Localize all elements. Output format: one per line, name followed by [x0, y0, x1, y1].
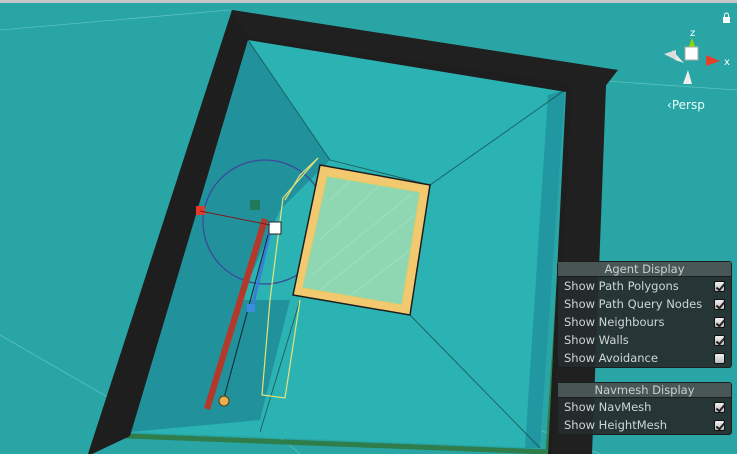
- agent-marker-white: [268, 221, 282, 235]
- agent-option-walls[interactable]: Show Walls: [558, 331, 731, 349]
- path-polygons-checkbox[interactable]: [714, 280, 725, 292]
- option-label: Show Neighbours: [564, 315, 665, 329]
- option-label: Show Avoidance: [564, 351, 658, 365]
- agent-display-panel: Agent Display Show Path Polygons Show Pa…: [557, 261, 732, 368]
- navmesh-display-title: Navmesh Display: [558, 383, 731, 398]
- option-label: Show Walls: [564, 333, 629, 347]
- option-label: Show HeightMesh: [564, 418, 667, 432]
- walls-checkbox[interactable]: [714, 334, 725, 346]
- agent-marker-red: [196, 206, 205, 215]
- heightmesh-checkbox[interactable]: [714, 419, 725, 431]
- gizmo-center-cube: [684, 46, 699, 61]
- agent-option-neighbours[interactable]: Show Neighbours: [558, 313, 731, 331]
- option-label: Show Path Query Nodes: [564, 297, 703, 311]
- agent-option-avoidance[interactable]: Show Avoidance: [558, 349, 731, 367]
- gizmo-x-label: x: [724, 57, 730, 68]
- projection-label: Persp: [671, 98, 705, 112]
- path-query-nodes-checkbox[interactable]: [714, 298, 725, 310]
- navmesh-option-navmesh[interactable]: Show NavMesh: [558, 398, 731, 416]
- agent-option-path-query-nodes[interactable]: Show Path Query Nodes: [558, 295, 731, 313]
- agent-marker-blue: [247, 304, 255, 312]
- agent-target-marker: [218, 395, 230, 407]
- gizmo-y-label: z: [690, 28, 695, 39]
- neighbours-checkbox[interactable]: [714, 316, 725, 328]
- gizmo-lock-icon[interactable]: [723, 17, 730, 23]
- navmesh-display-panel: Navmesh Display Show NavMesh Show Height…: [557, 382, 732, 435]
- agent-display-title: Agent Display: [558, 262, 731, 277]
- avoidance-checkbox[interactable]: [714, 352, 725, 364]
- option-label: Show NavMesh: [564, 400, 652, 414]
- toolbar-edge: [0, 0, 737, 3]
- agent-option-path-polygons[interactable]: Show Path Polygons: [558, 277, 731, 295]
- agent-marker-green: [250, 200, 260, 210]
- option-label: Show Path Polygons: [564, 279, 679, 293]
- projection-toggle[interactable]: ‹Persp: [667, 98, 705, 112]
- navmesh-option-heightmesh[interactable]: Show HeightMesh: [558, 416, 731, 434]
- navmesh-checkbox[interactable]: [714, 401, 725, 413]
